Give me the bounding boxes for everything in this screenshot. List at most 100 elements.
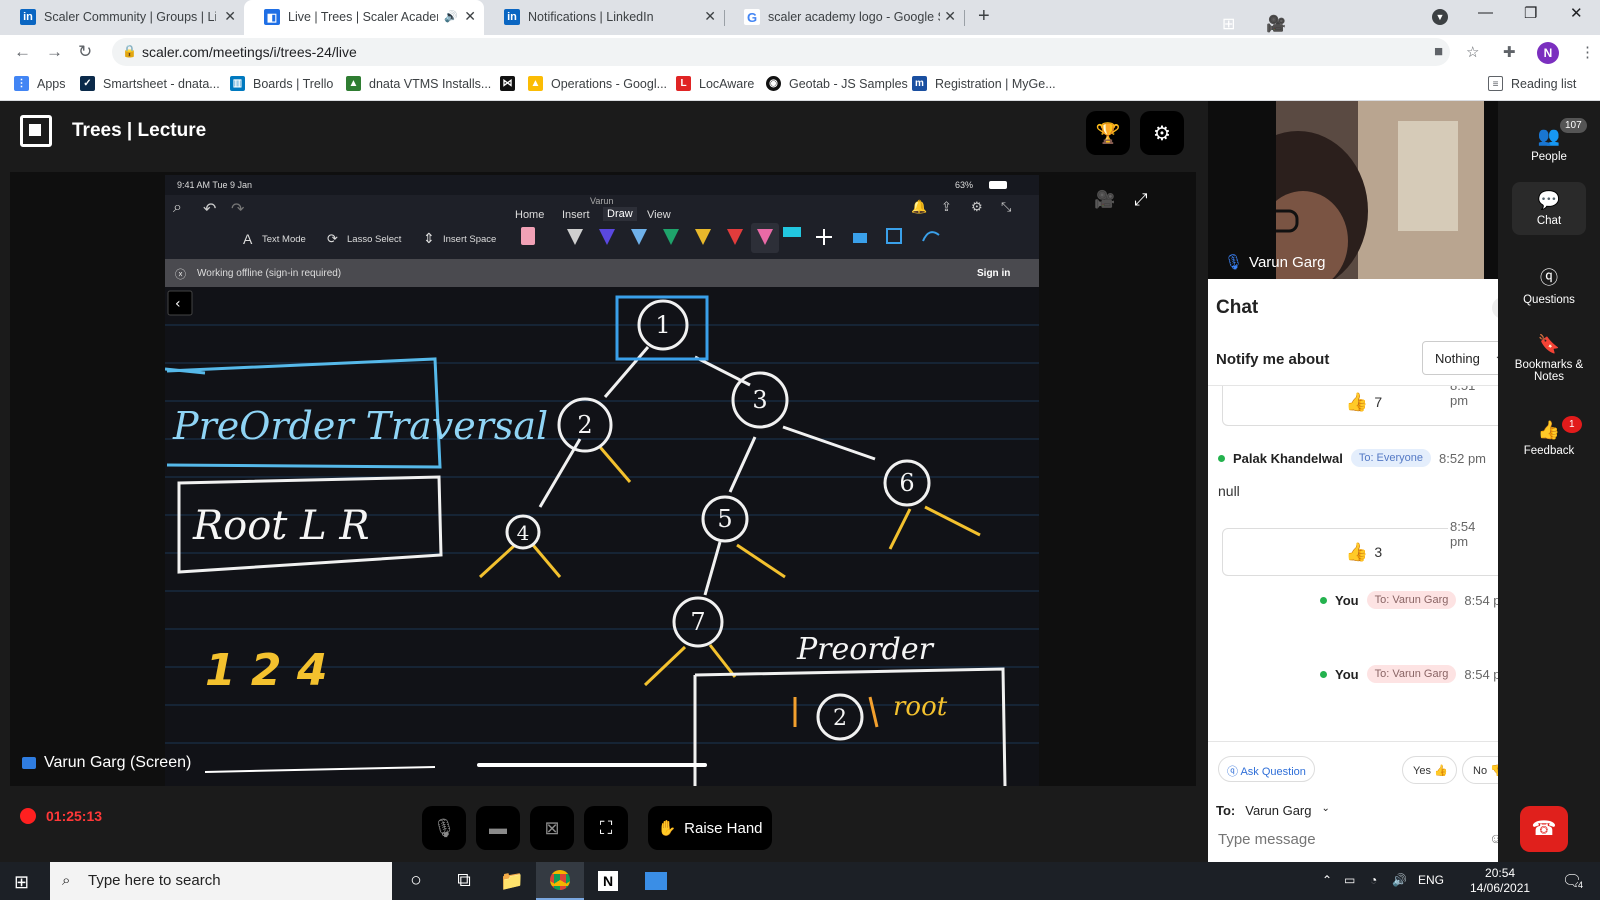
online-dot <box>1320 596 1327 604</box>
speaker-icon[interactable]: 🔊 <box>444 10 458 23</box>
url-text: scaler.com/meetings/i/trees-24/live <box>142 44 357 60</box>
address-bar[interactable]: 🔒 scaler.com/meetings/i/trees-24/live <box>112 38 1450 66</box>
show-hidden-icons[interactable]: ⌃ <box>1322 873 1332 887</box>
sign-in-link: Sign in <box>977 268 1011 279</box>
tab-separator <box>964 10 965 26</box>
notion-icon[interactable]: N <box>584 862 632 900</box>
restore-icon[interactable]: ❐ <box>1524 4 1537 22</box>
windows-start-icon[interactable]: ⊞ <box>14 872 29 893</box>
message-input[interactable] <box>1218 826 1488 852</box>
apps-grid-icon: ⋮ <box>14 76 29 91</box>
lock-icon[interactable]: 🔒 <box>122 44 137 58</box>
pen-lightblue-icon <box>631 229 647 245</box>
sender-name: You <box>1335 666 1359 682</box>
battery-icon[interactable]: ▭ <box>1344 873 1355 887</box>
ipad-time: 9:41 AM Tue 9 Jan <box>177 180 253 190</box>
wifi-icon[interactable]: ◔ <box>1370 873 1377 887</box>
browser-tab-strip: in Scaler Community | Groups | Link ✕ ◧ … <box>0 0 1600 35</box>
back-icon[interactable]: ← <box>14 42 31 62</box>
chrome-icon[interactable] <box>536 862 584 900</box>
taskbar-clock[interactable]: 20:54 14/06/2021 <box>1470 866 1530 896</box>
instructor-name: Varun Garg <box>1249 253 1326 271</box>
menu-icon[interactable]: ⋮ <box>1580 43 1595 61</box>
yes-label: Yes <box>1413 765 1431 777</box>
linkedin-icon: in <box>504 9 520 25</box>
sidebar-label: People <box>1531 151 1567 163</box>
tab-scaler-community[interactable]: in Scaler Community | Groups | Link ✕ <box>0 0 244 35</box>
bookmark-trello[interactable]: ▥ Boards | Trello <box>230 76 333 91</box>
bowtie-icon: ⋈ <box>500 76 515 91</box>
settings-button[interactable]: ⚙ <box>1140 111 1184 155</box>
recipient-badge: To: Everyone <box>1350 449 1432 467</box>
screen-share-button[interactable]: ⊠ <box>530 806 574 850</box>
grid-view-icon[interactable]: ⊞ <box>1222 14 1235 34</box>
minimize-icon[interactable]: — <box>1478 4 1493 21</box>
notify-label: Notify me about <box>1216 351 1330 368</box>
mic-button[interactable]: 🎙 <box>422 806 466 850</box>
lecture-header: Trees | Lecture 🏆 ⚙ <box>0 101 1208 168</box>
drive-icon: ▲ <box>346 76 361 91</box>
camera-icon[interactable]: ■ <box>1434 43 1443 60</box>
ask-question-button[interactable]: ⓠ Ask Question <box>1218 756 1315 782</box>
photos-icon[interactable] <box>632 862 680 900</box>
file-explorer-icon[interactable]: 📁 <box>488 862 536 900</box>
close-window-icon[interactable]: ✕ <box>1570 4 1583 22</box>
camera-button[interactable]: ▬ <box>476 806 520 850</box>
ipad-status-bar: 9:41 AM Tue 9 Jan 63% <box>165 175 1039 195</box>
reload-icon[interactable]: ↻ <box>78 42 92 62</box>
sidebar-item-chat[interactable]: 💬 Chat <box>1512 182 1586 235</box>
tab-notifications-linkedin[interactable]: in Notifications | LinkedIn ✕ <box>484 0 724 35</box>
tab-live-trees[interactable]: ◧ Live | Trees | Scaler Academy 🔊 ✕ <box>244 0 484 35</box>
video-off-icon[interactable]: 🎥 <box>1266 14 1286 34</box>
phone-hangup-icon: ☎ <box>1531 818 1557 840</box>
close-tab-icon[interactable]: ✕ <box>704 8 716 25</box>
sidebar-item-questions[interactable]: ⓠ Questions <box>1512 264 1586 306</box>
new-tab-icon[interactable]: + <box>978 5 990 28</box>
question-icon: ⓠ <box>1227 766 1238 778</box>
chat-icon: 💬 <box>1537 190 1561 210</box>
profile-avatar[interactable]: N <box>1537 42 1559 64</box>
cortana-icon[interactable]: ○ <box>392 862 440 900</box>
bookmark-smartsheet[interactable]: ✓ Smartsheet - dnata... <box>80 76 220 91</box>
fullscreen-icon[interactable]: ⤢ <box>1134 190 1148 210</box>
ink-sequence: 1 2 4 <box>205 645 327 696</box>
bookmark-operations[interactable]: ▲ Operations - Googl... <box>528 76 667 91</box>
bookmark-registration[interactable]: m Registration | MyGe... <box>912 76 1056 91</box>
bookmark-bowtie[interactable]: ⋈ <box>500 76 523 91</box>
sidebar-item-bookmarks[interactable]: 🔖 Bookmarks & Notes <box>1512 334 1586 383</box>
close-tab-icon[interactable]: ✕ <box>944 8 956 25</box>
language-indicator[interactable]: ENG <box>1418 873 1444 887</box>
scaler-icon: ◧ <box>264 9 280 25</box>
camera-off-icon[interactable]: 🎥 <box>1094 190 1115 210</box>
bookmark-star-icon[interactable]: ☆ <box>1466 43 1479 61</box>
reading-list[interactable]: ≡ Reading list <box>1488 76 1576 91</box>
volume-icon[interactable]: 🔊 <box>1392 873 1407 887</box>
raise-hand-button[interactable]: ✋ Raise Hand <box>648 806 772 850</box>
tree-node-4: 4 <box>517 521 530 545</box>
trello-icon: ▥ <box>230 76 245 91</box>
thumbs-up-icon: 👍 <box>1345 391 1369 412</box>
fullscreen-button[interactable]: ⛶ <box>584 806 628 850</box>
leave-call-button[interactable]: ☎ <box>1520 806 1568 852</box>
bookmark-dnata-vtms[interactable]: ▲ dnata VTMS Installs... <box>346 76 491 91</box>
online-dot <box>1218 454 1225 462</box>
bookmark-geotab[interactable]: ◉ Geotab - JS Samples <box>766 76 908 91</box>
leaderboard-trophy-button[interactable]: 🏆 <box>1086 111 1130 155</box>
extensions-icon[interactable]: ✚ <box>1503 43 1516 61</box>
yes-button[interactable]: Yes 👍 <box>1402 756 1457 784</box>
task-view-icon[interactable]: ⧉ <box>440 862 488 900</box>
close-tab-icon[interactable]: ✕ <box>224 8 236 25</box>
chat-messages[interactable]: 👍 7 8:51 pm Palak Khandelwal To: Everyon… <box>1208 385 1498 742</box>
forward-icon[interactable]: → <box>46 42 63 62</box>
tab-google-search[interactable]: G scaler academy logo - Google Se ✕ <box>724 0 964 35</box>
bookmark-locaware[interactable]: L LocAware <box>676 76 754 91</box>
tool-insert-space: Insert Space <box>443 234 497 245</box>
tab-search-icon[interactable]: ▼ <box>1432 9 1448 25</box>
message-time: 8:51 pm <box>1448 386 1498 408</box>
tree-node-5: 5 <box>717 505 732 533</box>
taskbar-search[interactable]: ⌕ Type here to search <box>50 862 392 900</box>
bookmark-apps[interactable]: ⋮ Apps <box>14 76 66 91</box>
close-tab-icon[interactable]: ✕ <box>464 8 476 25</box>
close-circle-icon: ⓧ <box>175 269 186 281</box>
recipient-selector[interactable]: To: Varun Garg ⌄ <box>1216 803 1330 818</box>
